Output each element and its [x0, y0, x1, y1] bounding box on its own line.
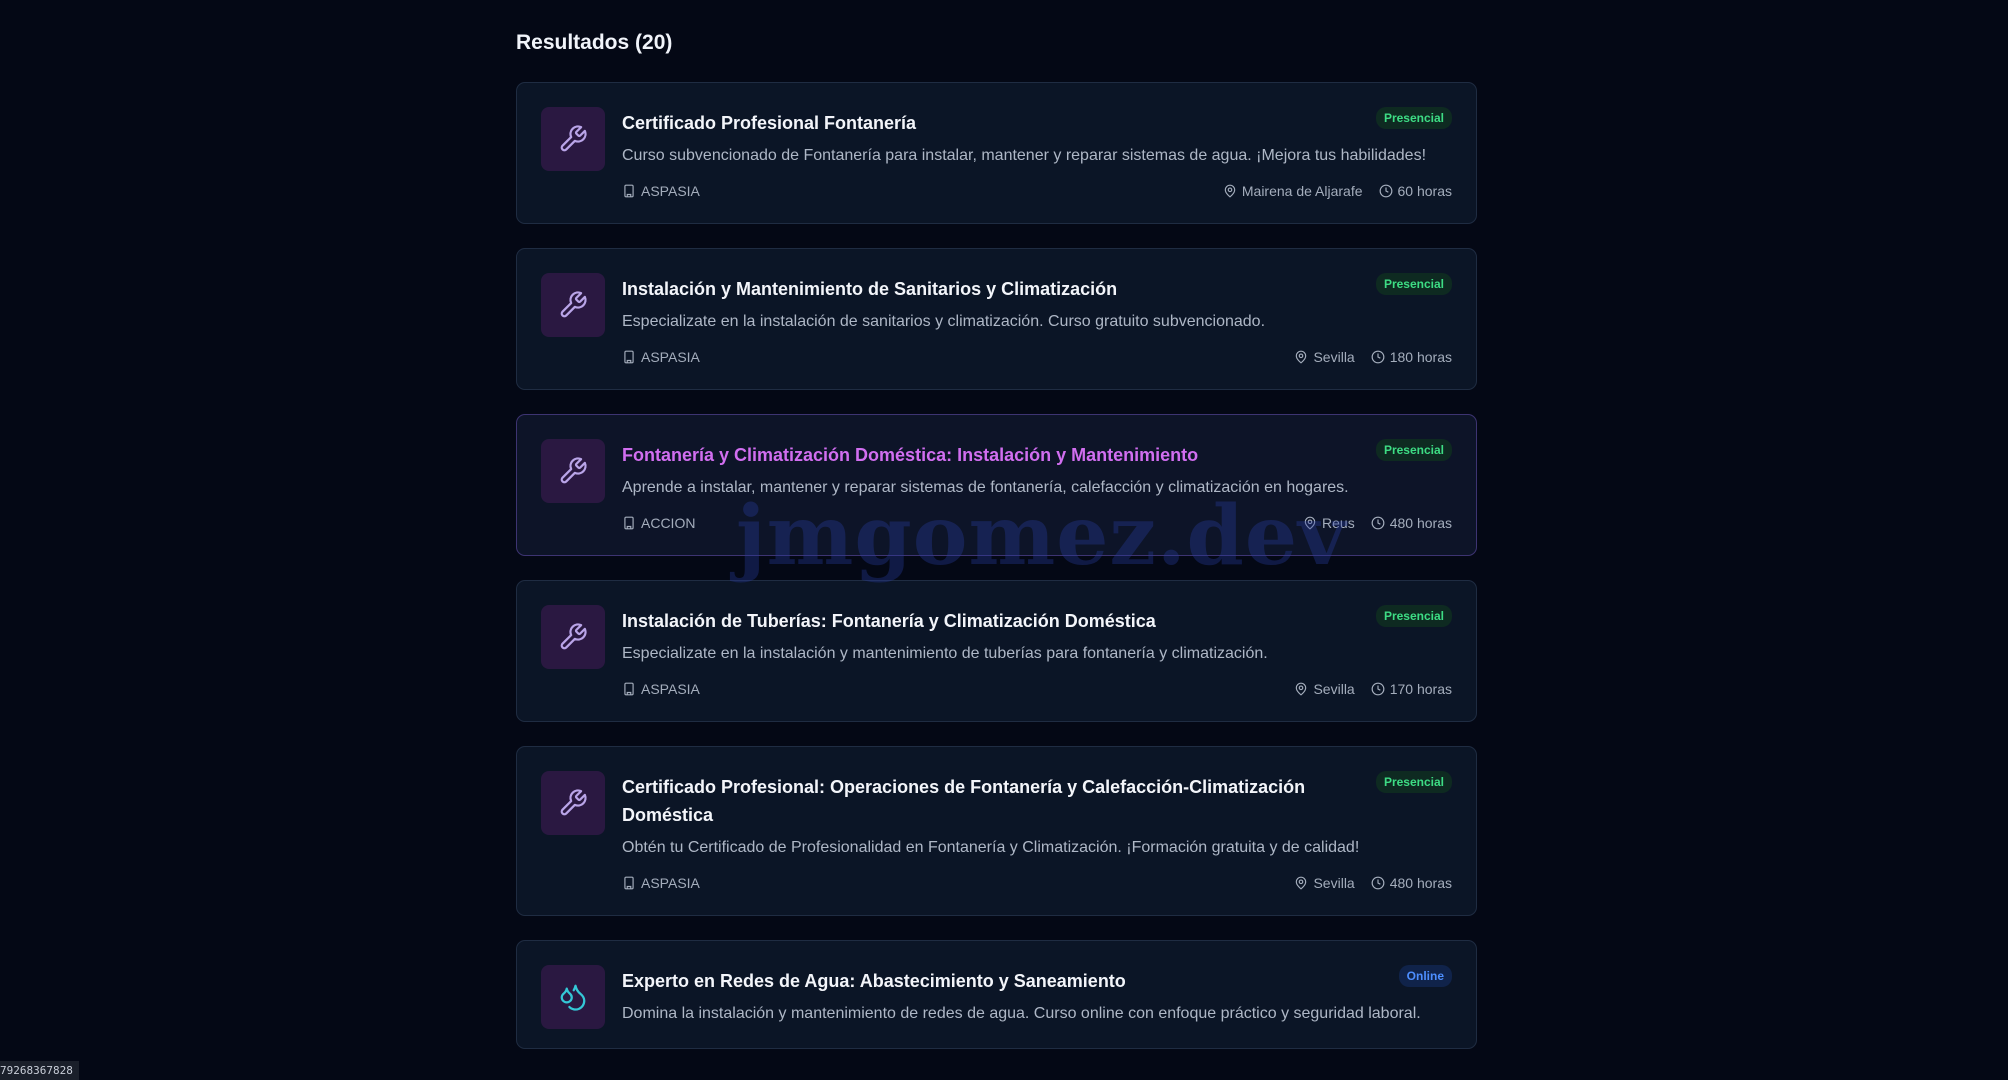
building-icon — [624, 184, 634, 198]
building-icon — [624, 516, 634, 530]
course-meta: ASPASIA Sevilla 480 horas — [622, 873, 1452, 893]
course-description: Especializate en la instalación de sanit… — [622, 313, 1266, 330]
course-icon-box — [541, 273, 605, 337]
course-title: Experto en Redes de Agua: Abastecimiento… — [622, 971, 1126, 991]
wrench-icon — [560, 789, 587, 816]
course-meta: ACCION Reus 480 horas — [622, 513, 1452, 533]
course-description: Curso subvencionado de Fontanería para i… — [622, 147, 1427, 164]
map-pin-icon — [1296, 876, 1307, 890]
location: Sevilla — [1294, 349, 1355, 365]
course-icon-box — [541, 605, 605, 669]
course-title: Fontanería y Climatización Doméstica: In… — [622, 445, 1199, 465]
location-name: Sevilla — [1313, 875, 1355, 891]
clock-icon — [1371, 516, 1385, 530]
course-description: Especializate en la instalación y manten… — [622, 645, 1268, 662]
provider-name: ASPASIA — [641, 875, 700, 891]
clock-icon — [1371, 876, 1385, 890]
location-name: Reus — [1322, 515, 1355, 531]
location: Reus — [1303, 515, 1355, 531]
building-icon — [624, 682, 634, 696]
modality-badge: Presencial — [1375, 107, 1452, 129]
wrench-icon — [560, 623, 587, 650]
course-title: Certificado Profesional Fontanería — [622, 113, 917, 133]
course-description: Domina la instalación y mantenimiento de… — [622, 1005, 1421, 1022]
provider: ACCION — [622, 515, 695, 531]
provider-name: ASPASIA — [641, 349, 700, 365]
course-description: Obtén tu Certificado de Profesionalidad … — [622, 839, 1360, 856]
course-icon-box — [541, 439, 605, 503]
course-icon-box — [541, 107, 605, 171]
duration-hours: 480 horas — [1389, 875, 1452, 891]
course-card[interactable]: Online Experto en Redes de Agua: Abastec… — [516, 940, 1477, 1049]
course-description: Aprende a instalar, mantener y reparar s… — [622, 479, 1349, 496]
course-meta: ASPASIA Sevilla 170 horas — [622, 679, 1452, 699]
provider: ASPASIA — [622, 681, 700, 697]
wrench-icon — [560, 457, 587, 484]
water-drops-icon — [560, 984, 586, 1011]
course-title: Instalación y Mantenimiento de Sanitario… — [622, 279, 1118, 299]
modality-badge: Online — [1398, 965, 1452, 987]
building-icon — [624, 876, 634, 890]
map-pin-icon — [1296, 682, 1307, 696]
course-card[interactable]: Presencial Certificado Profesional: Oper… — [516, 746, 1477, 916]
duration: 480 horas — [1371, 875, 1452, 891]
wrench-icon — [560, 291, 587, 318]
location-name: Mairena de Aljarafe — [1241, 183, 1363, 199]
location: Sevilla — [1294, 681, 1355, 697]
results-list: Resultados (20) Presencial Certificado P… — [516, 24, 1477, 1073]
results-heading: Resultados (20) — [516, 31, 673, 54]
location-name: Sevilla — [1313, 349, 1355, 365]
map-pin-icon — [1304, 516, 1316, 530]
course-meta: ASPASIA Mairena de Aljarafe 60 horas — [622, 181, 1452, 201]
modality-badge: Presencial — [1375, 771, 1452, 793]
course-title: Instalación de Tuberías: Fontanería y Cl… — [622, 611, 1156, 631]
course-card[interactable]: Presencial Certificado Profesional Fonta… — [516, 82, 1477, 224]
results-page: Resultados (20) Presencial Certificado P… — [0, 0, 2008, 1080]
provider-name: ASPASIA — [641, 183, 700, 199]
clock-icon — [1379, 184, 1392, 198]
duration-hours: 170 horas — [1389, 681, 1452, 697]
course-card[interactable]: Presencial Fontanería y Climatización Do… — [516, 414, 1477, 556]
modality-badge: Presencial — [1375, 439, 1452, 461]
course-icon-box — [541, 771, 605, 835]
location: Sevilla — [1294, 875, 1355, 891]
duration: 480 horas — [1371, 515, 1452, 531]
duration: 180 horas — [1371, 349, 1452, 365]
duration: 60 horas — [1379, 183, 1452, 199]
course-icon-box — [541, 965, 605, 1029]
provider-name: ASPASIA — [641, 681, 700, 697]
duration-hours: 60 horas — [1397, 183, 1452, 199]
map-pin-icon — [1224, 184, 1236, 198]
course-card[interactable]: Presencial Instalación de Tuberías: Font… — [516, 580, 1477, 722]
provider: ASPASIA — [622, 183, 700, 199]
wrench-icon — [560, 125, 587, 152]
location-name: Sevilla — [1313, 681, 1355, 697]
modality-badge: Presencial — [1375, 273, 1452, 295]
provider: ASPASIA — [622, 875, 700, 891]
clock-icon — [1371, 682, 1385, 696]
course-card[interactable]: Presencial Instalación y Mantenimiento d… — [516, 248, 1477, 390]
provider: ASPASIA — [622, 349, 700, 365]
modality-badge: Presencial — [1375, 605, 1452, 627]
clock-icon — [1371, 350, 1385, 364]
provider-name: ACCION — [641, 515, 696, 531]
corner-id: 79268367828 — [0, 1061, 79, 1080]
course-title: Certificado Profesional: Operaciones de … — [622, 777, 1306, 825]
duration-hours: 180 horas — [1389, 349, 1452, 365]
map-pin-icon — [1296, 350, 1307, 364]
duration-hours: 480 horas — [1389, 515, 1452, 531]
location: Mairena de Aljarafe — [1223, 183, 1363, 199]
course-meta: ASPASIA Sevilla 180 horas — [622, 347, 1452, 367]
duration: 170 horas — [1371, 681, 1452, 697]
building-icon — [624, 350, 634, 364]
